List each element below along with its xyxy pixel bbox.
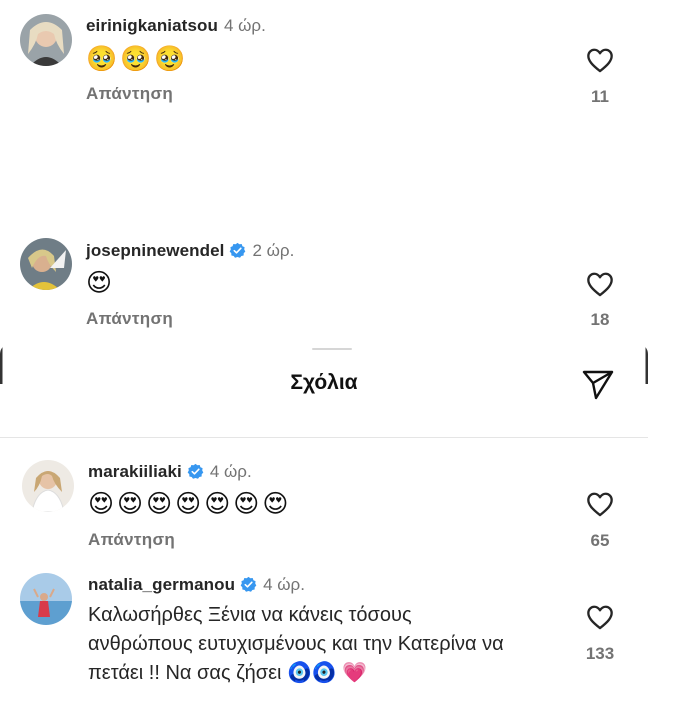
comment-text: Καλωσήρθες Ξένια να κάνεις τόσους ανθρώπ… bbox=[88, 604, 504, 684]
comment-header: josepninewendel 2 ώρ. bbox=[86, 241, 294, 261]
verified-badge-icon bbox=[187, 463, 204, 480]
reply-button[interactable]: Απάντηση bbox=[86, 84, 173, 104]
comment-header: marakiiliaki 4 ώρ. bbox=[88, 462, 252, 482]
avatar[interactable] bbox=[20, 573, 72, 625]
sheet-title: Σχόλια bbox=[290, 371, 358, 394]
heart-outline-icon[interactable] bbox=[586, 491, 614, 517]
reply-button[interactable]: Απάντηση bbox=[86, 309, 173, 329]
username[interactable]: marakiiliaki bbox=[88, 462, 182, 481]
heart-outline-icon[interactable] bbox=[586, 271, 614, 297]
heart-outline-icon[interactable] bbox=[586, 604, 614, 630]
heart-outline-icon[interactable] bbox=[586, 47, 614, 73]
username[interactable]: eirinigkaniatsou bbox=[86, 16, 218, 35]
verified-badge-icon bbox=[229, 242, 246, 259]
sheet-drag-handle[interactable] bbox=[312, 348, 352, 350]
comment-time: 4 ώρ. bbox=[223, 16, 266, 35]
comment-header: natalia_germanou 4 ώρ. bbox=[88, 575, 305, 595]
comment-text: 😍😍😍😍😍😍😍 bbox=[88, 490, 292, 518]
like-count: 11 bbox=[591, 87, 609, 106]
like-count: 18 bbox=[590, 310, 610, 329]
comment-text: 🥹🥹🥹 bbox=[86, 45, 189, 73]
username[interactable]: josepninewendel bbox=[86, 241, 224, 260]
avatar[interactable] bbox=[22, 460, 74, 512]
username[interactable]: natalia_germanou bbox=[88, 575, 235, 594]
comment-time: 4 ώρ. bbox=[263, 575, 305, 594]
paper-plane-icon[interactable] bbox=[580, 366, 616, 402]
reply-button[interactable]: Απάντηση bbox=[88, 530, 175, 550]
like-count: 133 bbox=[585, 644, 615, 663]
divider bbox=[0, 437, 648, 438]
avatar[interactable] bbox=[20, 14, 72, 66]
like-count: 65 bbox=[590, 531, 610, 550]
comment-header: eirinigkaniatsou 4 ώρ. bbox=[86, 16, 266, 36]
comment-time: 2 ώρ. bbox=[252, 241, 295, 260]
avatar[interactable] bbox=[20, 238, 72, 290]
comment-text: 😍 bbox=[86, 269, 116, 297]
verified-badge-icon bbox=[240, 576, 257, 593]
comment-time: 4 ώρ. bbox=[209, 462, 252, 481]
